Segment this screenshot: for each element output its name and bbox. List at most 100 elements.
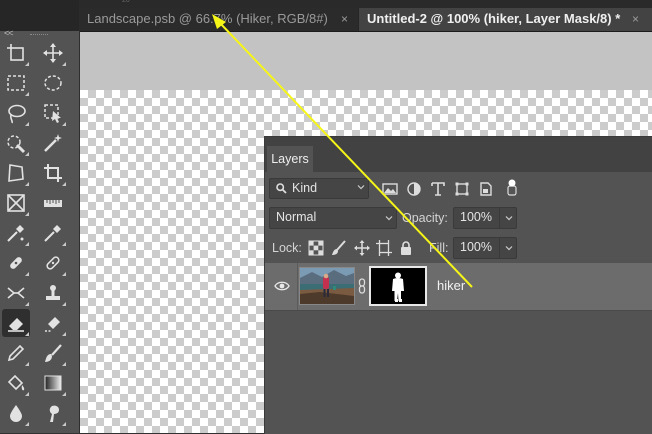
magic-wand-button[interactable]: [39, 129, 67, 157]
tool-group-indicator: [25, 242, 29, 246]
background-eraser-icon: [45, 317, 60, 332]
object-selection-icon: [44, 104, 61, 123]
gradient-tool-button[interactable]: [39, 369, 67, 397]
lasso-tool-button[interactable]: [2, 99, 30, 127]
tool-group-indicator: [25, 302, 29, 306]
paint-bucket-icon: [7, 374, 25, 391]
shape-filter-icon[interactable]: [453, 180, 471, 198]
pasteboard: [80, 32, 652, 90]
tools-panel: <<: [0, 28, 80, 433]
tool-group-indicator: [25, 212, 29, 216]
lock-pixels-icon[interactable]: [331, 240, 347, 256]
move-tool-button[interactable]: [39, 39, 67, 67]
tool-group-indicator: [62, 422, 66, 426]
brush-tool-button[interactable]: [39, 339, 67, 367]
magic-wand-icon: [44, 134, 62, 152]
layer-mask-thumbnail[interactable]: [369, 266, 427, 306]
gradient-tool-icon: [44, 375, 62, 391]
artboard-tool-icon: [7, 44, 24, 61]
tool-group-indicator: [62, 332, 66, 336]
filter-toggle-icon[interactable]: [503, 178, 521, 196]
mask-link-icon[interactable]: [358, 278, 366, 294]
tool-group-indicator: [62, 62, 66, 66]
layer-name[interactable]: hiker: [437, 276, 465, 296]
tool-group-indicator: [62, 122, 66, 126]
filter-kind-select[interactable]: Kind: [269, 178, 369, 199]
blur-tool-button[interactable]: [2, 399, 30, 427]
chevron-down-icon[interactable]: [505, 244, 513, 252]
tool-group-indicator: [25, 182, 29, 186]
blend-mode-select[interactable]: Normal: [269, 207, 397, 229]
tool-group-indicator: [25, 272, 29, 276]
pencil-tool-button[interactable]: [2, 339, 30, 367]
lasso-tool-icon: [8, 104, 26, 124]
tab-untitled-document[interactable]: Untitled-2 @ 100% (hiker, Layer Mask/8) …: [359, 8, 652, 31]
chevron-down-icon: [385, 216, 393, 221]
image-filter-icon[interactable]: [381, 180, 399, 198]
tab-layers[interactable]: Layers: [267, 146, 313, 172]
tool-group-indicator: [62, 242, 66, 246]
panel-header: Layers: [265, 137, 652, 172]
eyedropper-icon: [44, 225, 61, 242]
eyedropper-brush-button[interactable]: [2, 219, 30, 247]
adjustment-filter-icon[interactable]: [405, 180, 423, 198]
content-aware-move-button[interactable]: [2, 279, 30, 307]
clone-stamp-icon: [46, 285, 60, 300]
eraser-tool-icon: [8, 318, 24, 332]
filter-kind-value: Kind: [292, 181, 318, 195]
perspective-crop-button[interactable]: [2, 159, 30, 187]
crop-tool-button[interactable]: [39, 159, 67, 187]
eyedropper-button[interactable]: [39, 219, 67, 247]
tool-group-indicator: [62, 302, 66, 306]
hiker-mask-shape: [392, 272, 404, 302]
smart-object-filter-icon[interactable]: [477, 180, 495, 198]
lock-transparent-icon[interactable]: [308, 240, 324, 256]
tool-group-indicator: [62, 272, 66, 276]
lock-all-icon[interactable]: [398, 240, 414, 256]
eye-icon[interactable]: [274, 279, 290, 293]
tool-group-indicator: [25, 362, 29, 366]
pencil-tool-icon: [7, 344, 25, 362]
chevron-down-icon[interactable]: [505, 214, 513, 222]
tool-group-indicator: [25, 62, 29, 66]
opacity-label: Opacity:: [402, 211, 448, 225]
artboard-tool-button[interactable]: [2, 39, 30, 67]
spot-healing-icon: [46, 256, 60, 270]
elliptical-marquee-button[interactable]: [39, 69, 67, 97]
lock-position-icon[interactable]: [354, 240, 370, 256]
object-selection-button[interactable]: [39, 99, 67, 127]
content-aware-move-icon: [7, 287, 25, 299]
close-icon[interactable]: ×: [341, 8, 348, 30]
paint-bucket-button[interactable]: [2, 369, 30, 397]
type-filter-icon[interactable]: [429, 180, 447, 198]
healing-brush-button[interactable]: [2, 249, 30, 277]
frame-tool-button[interactable]: [2, 189, 30, 217]
lock-row: Lock: Fill: 100%: [265, 234, 652, 264]
layer-row-hiker[interactable]: hiker: [265, 263, 652, 310]
tab-landscape-document[interactable]: Landscape.psb @ 66.7% (Hiker, RGB/8#) ×: [79, 8, 358, 31]
smudge-tool-button[interactable]: [39, 399, 67, 427]
collapse-icon[interactable]: <<: [4, 28, 13, 38]
landscape-thumbnail-image: [300, 268, 354, 304]
ruler-tool-button[interactable]: [39, 189, 67, 217]
quick-selection-icon: [7, 135, 26, 154]
blend-mode-value: Normal: [276, 210, 317, 224]
clone-stamp-button[interactable]: [39, 279, 67, 307]
lock-artboard-icon[interactable]: [376, 240, 392, 256]
layer-thumbnail[interactable]: [299, 267, 355, 305]
quick-selection-button[interactable]: [2, 129, 30, 157]
ruler-label: 20: [122, 0, 130, 4]
tool-group-indicator: [25, 332, 29, 336]
background-eraser-button[interactable]: [39, 309, 67, 337]
eraser-tool-button[interactable]: [2, 309, 30, 337]
marquee-tool-button[interactable]: [2, 69, 30, 97]
fill-input[interactable]: 100%: [453, 237, 517, 259]
eyedropper-brush-icon: [7, 225, 24, 242]
spot-healing-button[interactable]: [39, 249, 67, 277]
close-icon[interactable]: ×: [632, 8, 639, 30]
opacity-input[interactable]: 100%: [453, 207, 517, 229]
tool-group-indicator: [25, 152, 29, 156]
tab-label: Landscape.psb @ 66.7% (Hiker, RGB/8#): [87, 11, 328, 26]
tool-group-indicator: [25, 92, 29, 96]
tool-group-indicator: [25, 392, 29, 396]
